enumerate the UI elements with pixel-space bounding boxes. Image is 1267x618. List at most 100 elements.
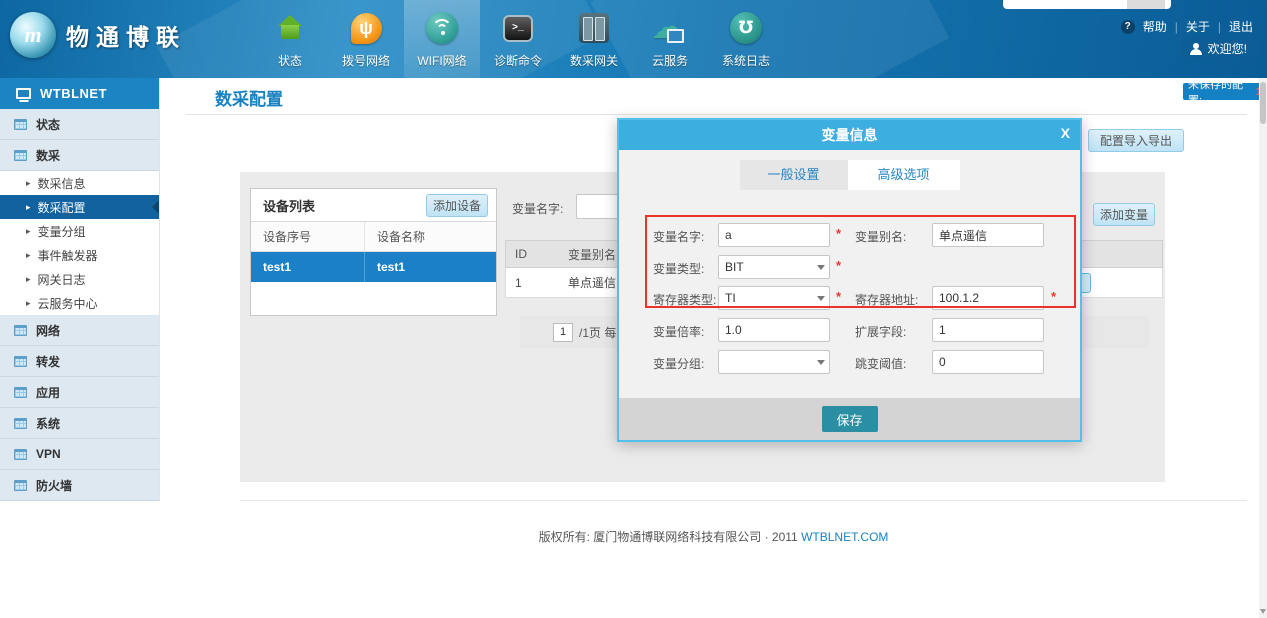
house-icon — [277, 9, 303, 47]
chevron-down-icon — [817, 265, 825, 270]
sidebar-item-status[interactable]: 状态 — [0, 109, 159, 140]
scrollbar[interactable] — [1259, 78, 1267, 618]
required-asterisk: * — [836, 258, 841, 273]
column-header: 设备名称 — [365, 228, 425, 245]
modal-header: 变量信息 — [619, 120, 1080, 150]
logout-link[interactable]: 退出 — [1229, 18, 1253, 35]
sidebar-item-variable-group[interactable]: ▸ 变量分组 — [0, 219, 159, 243]
column-header: ID — [506, 247, 568, 261]
input-value: a — [725, 228, 732, 242]
variable-name-filter-label: 变量名字: — [512, 200, 563, 217]
sidebar-item-system[interactable]: 系统 — [0, 408, 159, 439]
extend-field-input[interactable]: 1 — [932, 318, 1044, 342]
sidebar-item-event-trigger[interactable]: ▸ 事件触发器 — [0, 243, 159, 267]
top-links: ? 帮助 | 关于 | 退出 — [1121, 18, 1253, 35]
tab-general-settings[interactable]: 一般设置 — [740, 160, 848, 190]
device-name-cell: test1 — [365, 260, 405, 274]
scrollbar-thumb[interactable] — [1260, 82, 1266, 124]
table-icon — [14, 418, 27, 429]
variable-group-label: 变量分组: — [653, 355, 704, 372]
save-button[interactable]: 保存 — [822, 406, 878, 432]
table-icon — [14, 387, 27, 398]
variable-id-cell: 1 — [506, 276, 568, 290]
sidebar-item-dc-config[interactable]: ▸ 数采配置 — [0, 195, 159, 219]
variable-info-modal: 变量信息 X 一般设置 高级选项 变量名字: a * 变量别名: 单点遥信 变量… — [617, 118, 1082, 442]
search-input[interactable] — [1003, 0, 1171, 9]
gateway-icon — [579, 9, 609, 47]
add-device-button[interactable]: 添加设备 — [426, 194, 488, 217]
chevron-down-icon — [817, 296, 825, 301]
tab-advanced-options[interactable]: 高级选项 — [848, 160, 960, 190]
sidebar-title: WTBLNET — [40, 86, 107, 101]
brand-name: 物通博联 — [66, 18, 186, 52]
chevron-right-icon: ▸ — [26, 178, 31, 189]
sidebar-item-label: 变量分组 — [38, 223, 86, 240]
sidebar-item-vpn[interactable]: VPN — [0, 439, 159, 470]
register-address-input[interactable]: 100.1.2 — [932, 286, 1044, 310]
about-link[interactable]: 关于 — [1186, 18, 1210, 35]
nav-item-data-gateway[interactable]: 数采网关 — [556, 0, 632, 78]
sidebar-item-label: VPN — [36, 447, 61, 461]
nav-item-wifi-network[interactable]: WIFI网络 — [404, 0, 480, 78]
import-export-button[interactable]: 配置导入导出 — [1088, 129, 1184, 152]
chevron-right-icon: ▸ — [26, 274, 31, 285]
variable-alias-input[interactable]: 单点遥信 — [932, 223, 1044, 247]
chevron-right-icon: ▸ — [26, 226, 31, 237]
nav-item-dial-network[interactable]: ψ 拨号网络 — [328, 0, 404, 78]
nav-label: 系统日志 — [722, 52, 770, 69]
terminal-icon: >_ — [503, 9, 533, 47]
nav-label: 诊断命令 — [494, 52, 542, 69]
sidebar-item-network[interactable]: 网络 — [0, 315, 159, 346]
sidebar-item-label: 事件触发器 — [38, 247, 98, 264]
sidebar-item-forward[interactable]: 转发 — [0, 346, 159, 377]
nav-item-diagnostic-command[interactable]: >_ 诊断命令 — [480, 0, 556, 78]
sidebar-item-gateway-log[interactable]: ▸ 网关日志 — [0, 267, 159, 291]
sidebar-item-firewall[interactable]: 防火墙 — [0, 470, 159, 501]
brand-logo: m 物通博联 — [10, 12, 186, 58]
sidebar-item-cloud-center[interactable]: ▸ 云服务中心 — [0, 291, 159, 315]
sidebar-item-application[interactable]: 应用 — [0, 377, 159, 408]
divider — [240, 500, 1247, 501]
search-button-fragment[interactable] — [1127, 0, 1165, 9]
variable-rate-input[interactable]: 1.0 — [718, 318, 830, 342]
page-number-input[interactable]: 1 — [553, 323, 573, 342]
nav-item-status[interactable]: 状态 — [252, 0, 328, 78]
nav-item-cloud-service[interactable]: ☁ 云服务 — [632, 0, 708, 78]
sidebar-item-data-collection[interactable]: 数采 — [0, 140, 159, 171]
variable-name-label: 变量名字: — [653, 228, 704, 245]
variable-rate-label: 变量倍率: — [653, 323, 704, 340]
nav-label: 数采网关 — [570, 52, 618, 69]
variable-type-label: 变量类型: — [653, 260, 704, 277]
jump-threshold-input[interactable]: 0 — [932, 350, 1044, 374]
unsaved-label: 未保存的配置: — [1188, 76, 1253, 108]
register-type-select[interactable]: TI — [718, 286, 830, 310]
sidebar-item-label: 数采 — [36, 147, 60, 164]
variable-name-input[interactable]: a — [718, 223, 830, 247]
required-asterisk: * — [1051, 289, 1056, 304]
variable-alias-cell: 单点遥信 — [568, 274, 616, 291]
welcome-badge[interactable]: 欢迎您! — [1180, 37, 1261, 60]
device-list-panel: 设备列表 添加设备 设备序号 设备名称 test1 test1 — [250, 188, 497, 316]
variable-type-select[interactable]: BIT — [718, 255, 830, 279]
register-type-label: 寄存器类型: — [653, 291, 716, 308]
separator: | — [1175, 20, 1178, 34]
sidebar-item-label: 数采信息 — [38, 175, 86, 192]
scrollbar-down-arrow[interactable] — [1260, 609, 1266, 614]
nav-item-system-log[interactable]: ℧ 系统日志 — [708, 0, 784, 78]
sidebar-item-label: 防火墙 — [36, 477, 72, 494]
add-variable-button[interactable]: 添加变量 — [1093, 203, 1155, 226]
help-icon: ? — [1121, 20, 1135, 34]
device-list-title: 设备列表 — [263, 196, 315, 215]
wifi-icon — [426, 9, 458, 47]
variable-group-select[interactable] — [718, 350, 830, 374]
close-icon[interactable]: X — [1061, 125, 1070, 141]
device-table-row[interactable]: test1 test1 — [251, 252, 496, 282]
chevron-right-icon: ▸ — [26, 250, 31, 261]
nav-label: WIFI网络 — [417, 52, 466, 69]
sidebar-item-label: 网关日志 — [38, 271, 86, 288]
sidebar-item-dc-info[interactable]: ▸ 数采信息 — [0, 171, 159, 195]
column-header: 设备序号 — [251, 222, 365, 252]
footer-link[interactable]: WTBLNET.COM — [801, 530, 888, 544]
help-link[interactable]: 帮助 — [1143, 18, 1167, 35]
device-serial-cell: test1 — [251, 252, 365, 282]
